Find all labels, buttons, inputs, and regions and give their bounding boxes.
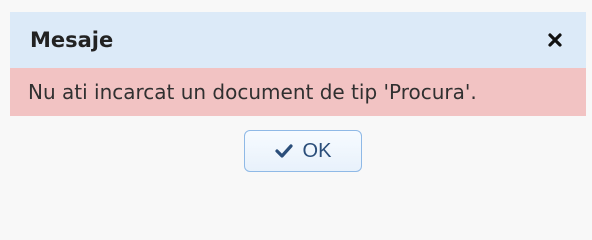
close-icon xyxy=(548,33,562,47)
check-icon xyxy=(274,144,293,158)
error-message-bar: Nu ati incarcat un document de tip 'Proc… xyxy=(10,68,586,116)
ok-button[interactable]: OK xyxy=(244,130,362,172)
message-dialog: Mesaje Nu ati incarcat un document de ti… xyxy=(0,0,592,240)
dialog-content: OK xyxy=(10,116,586,240)
dialog-titlebar: Mesaje xyxy=(10,12,586,68)
close-button[interactable] xyxy=(542,27,568,53)
ok-button-label: OK xyxy=(302,139,332,162)
dialog-title: Mesaje xyxy=(30,28,114,52)
error-message-text: Nu ati incarcat un document de tip 'Proc… xyxy=(28,80,477,104)
